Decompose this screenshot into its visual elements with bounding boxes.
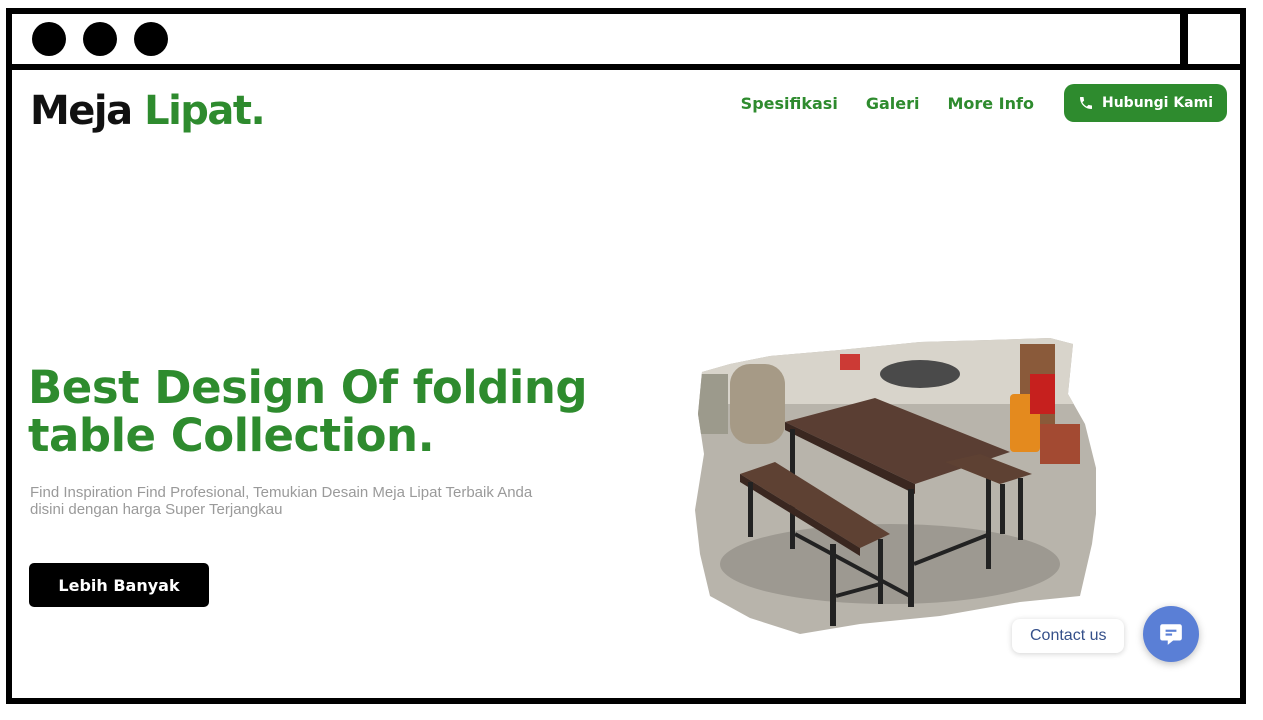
hero-title-line-2: table Collection.	[28, 409, 435, 462]
nav-link-spesifikasi[interactable]: Spesifikasi	[741, 94, 838, 113]
logo-text-accent: Lipat.	[144, 88, 266, 134]
site-logo[interactable]: Meja Lipat.	[30, 88, 266, 134]
nav-link-more-info[interactable]: More Info	[947, 94, 1034, 113]
logo-text-main: Meja	[30, 88, 133, 134]
lebih-banyak-button[interactable]: Lebih Banyak	[29, 563, 209, 607]
phone-icon	[1079, 97, 1092, 109]
title-bar-divider	[1180, 14, 1188, 64]
window-dot-3[interactable]	[134, 22, 168, 56]
chat-widget-button[interactable]	[1143, 606, 1199, 662]
browser-title-bar	[12, 14, 1240, 70]
chat-bubble-icon	[1160, 624, 1182, 645]
hubungi-kami-button[interactable]: Hubungi Kami	[1063, 84, 1227, 122]
folding-table-photo	[695, 338, 1096, 634]
window-dot-2[interactable]	[83, 22, 117, 56]
hero-subtitle: Find Inspiration Find Profesional, Temuk…	[30, 484, 533, 518]
main-nav: Spesifikasi Galeri More Info Hubungi Kam…	[713, 84, 1227, 122]
hubungi-kami-label: Hubungi Kami	[1101, 95, 1213, 111]
nav-link-galeri[interactable]: Galeri	[866, 94, 920, 113]
hero-title: Best Design Of folding table Collection.	[28, 364, 588, 460]
hero-title-line-1: Best Design Of folding	[28, 361, 588, 414]
window-dot-1[interactable]	[32, 22, 66, 56]
contact-us-label[interactable]: Contact us	[1012, 619, 1125, 653]
